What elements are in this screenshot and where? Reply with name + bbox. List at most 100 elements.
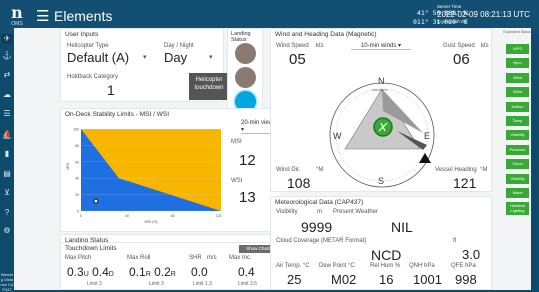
stability-chart: 100 80 60 40 20 00 40 80 120 WSI (%) MSI — [65, 128, 222, 225]
msi-value: 12 — [239, 152, 256, 169]
logo-sub: OMS — [11, 21, 23, 27]
cloud-icon[interactable]: ☁ — [2, 90, 12, 99]
status-button[interactable]: Motion — [506, 101, 529, 112]
dew-point-unit: °C — [348, 263, 355, 269]
help-icon[interactable]: ? — [2, 208, 12, 217]
wind-speed-label: Wind Speed — [276, 43, 309, 49]
stability-title: On-Deck Stability Limits - MSI / WSI — [65, 111, 170, 118]
touchdown-button[interactable]: Helicopter touchdown — [189, 73, 229, 100]
roll-limit: Limit 3 — [149, 281, 164, 287]
cloud-label: Cloud Coverage (METAR Format) — [276, 238, 367, 244]
wind-period-select[interactable]: 10-min winds ▾ — [351, 42, 411, 50]
visibility-label: Visibility — [276, 209, 298, 215]
shr-unit: m/s — [207, 255, 217, 261]
holdback-value[interactable]: 1 — [107, 82, 115, 98]
warning-distance-label: Warning Distance CAP437 — [0, 272, 14, 292]
heli-type-select[interactable]: Default (A) — [67, 50, 129, 65]
roll-dir-1: R — [145, 271, 151, 278]
app-logo: n OMS — [6, 5, 28, 29]
heli-chevron-icon[interactable]: ▾ — [143, 53, 147, 61]
cloud-value: NCD — [371, 247, 402, 263]
status-button[interactable]: Helideck Lighting — [506, 202, 529, 216]
pitch-dir-1: U — [83, 271, 89, 278]
status-button[interactable]: Visibility — [506, 130, 529, 141]
status-button[interactable]: Temp — [506, 116, 529, 126]
pitch-value: 0.3U 0.4D — [67, 265, 114, 279]
cloud-ft-value: 3.0 — [462, 247, 481, 262]
roll-label: Max Roll — [127, 255, 151, 261]
meteo-panel: Meteorological Data (CAP437) Visibility … — [270, 196, 492, 290]
holdback-label: Holdback Category — [67, 74, 119, 80]
pitch-dir-2: D — [108, 271, 114, 278]
pitch-limit: Limit 3 — [87, 281, 102, 287]
inc-value: 0.4 — [238, 265, 255, 279]
air-temp-unit: °C — [302, 263, 310, 269]
wind-speed-unit: kts — [316, 43, 324, 49]
y-tick-label: 40 — [75, 177, 79, 181]
x-tick-label: 80 — [171, 214, 175, 218]
x-tick-label: 0 — [80, 214, 82, 218]
qnh-unit: hPa — [424, 263, 435, 269]
vessel-icon[interactable]: ⚓ — [2, 51, 12, 60]
compass-w: W — [333, 131, 342, 141]
user-inputs-title: User Inputs — [65, 31, 99, 38]
transfer-icon[interactable]: ⇄ — [2, 70, 12, 79]
settings-icon[interactable]: ⚙ — [2, 226, 12, 235]
document-icon[interactable]: ▤ — [2, 169, 12, 178]
qfe-value: 998 — [455, 272, 477, 287]
status-button[interactable]: Cloud — [506, 159, 529, 170]
menu-icon[interactable]: ☰ — [36, 7, 49, 25]
ship-icon[interactable]: ⛵ — [2, 130, 12, 139]
status-button[interactable]: WPS — [506, 44, 529, 54]
visibility-value: 9999 — [301, 219, 333, 235]
dew-point-label: Dew Point °C — [319, 263, 355, 269]
compass-magnetic: MAGNETIC — [372, 88, 389, 92]
status-button[interactable]: Wind — [506, 87, 529, 98]
heli-type-label: Helicopter Type — [67, 43, 109, 49]
wind-title: Wind and Heading Data (Magnetic) — [275, 31, 377, 38]
list-icon[interactable]: ☰ — [2, 109, 12, 118]
wind-compass: N MAGNETIC S W E — [329, 76, 435, 188]
qnh-value: 1001 — [413, 272, 442, 287]
day-night-select[interactable]: Day — [164, 50, 187, 65]
rel-hum-text: Rel Hum — [370, 263, 394, 269]
compass-s: S — [378, 176, 384, 186]
gust-label: Gust Speed — [443, 43, 475, 49]
qfe-unit: hPa — [465, 263, 476, 269]
page-title: Elements — [54, 8, 113, 24]
wind-dir-value: 108 — [287, 175, 311, 191]
qfe-label: QFE hPa — [451, 263, 476, 269]
roll-value-2: 0.2 — [154, 265, 171, 279]
rel-hum-unit: % — [395, 263, 401, 269]
wind-dir-unit: °M — [316, 167, 324, 173]
shr-label: SHR — [189, 255, 202, 261]
status-button[interactable]: Wave — [506, 188, 529, 198]
compass-n: N — [378, 76, 385, 86]
day-chevron-icon[interactable]: ▾ — [209, 53, 213, 61]
status-button[interactable]: Visibility — [506, 173, 529, 184]
weather-label: Present Weather — [333, 209, 378, 215]
helicopter-icon[interactable]: ✈ — [2, 34, 12, 43]
server-time: 2022-02-09 08:21:13 UTC — [437, 10, 530, 19]
status-button[interactable]: Wind — [506, 72, 529, 83]
wsi-value: 13 — [239, 189, 256, 206]
qnh-text: QNH — [409, 263, 423, 269]
status-light-red — [235, 43, 256, 64]
air-temp-value: 25 — [287, 272, 302, 287]
status-button[interactable]: Nyro — [506, 58, 529, 69]
main-area: User Inputs Helicopter Type Default (A) … — [14, 28, 531, 290]
rel-hum-value: 16 — [379, 272, 394, 287]
chart-icon[interactable]: ⊻ — [2, 188, 12, 197]
compass-e: E — [424, 131, 430, 141]
status-button[interactable]: Pressure — [506, 144, 529, 155]
left-nav: ✈ ⚓ ⇄ ☁ ☰ ⛵ ▮ ▤ ⊻ ? ⚙ Warning Distance C… — [0, 34, 14, 292]
server-time-block: Server Time 2022-02-09 08:21:13 UTC Conn… — [437, 4, 530, 25]
wind-speed-value: 05 — [289, 51, 306, 68]
y-tick-label: 20 — [75, 193, 79, 197]
heading-value: 121 — [453, 175, 477, 191]
pitch-value-1: 0.3 — [67, 265, 84, 279]
roll-dir-2: R — [170, 271, 176, 278]
y-tick-label: 100 — [73, 128, 79, 132]
thermometer-icon[interactable]: ▮ — [2, 149, 12, 158]
x-axis-label: WSI (%) — [144, 220, 157, 224]
